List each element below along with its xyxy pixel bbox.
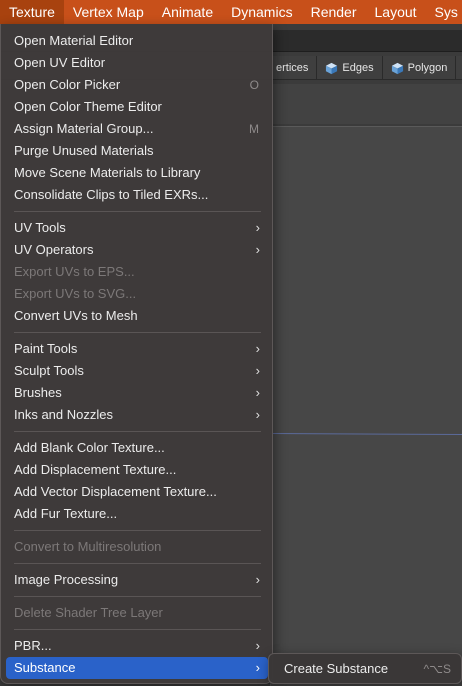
- menu-item-assign-material-group[interactable]: Assign Material Group... M: [6, 118, 268, 140]
- menu-item-add-blank-color-texture[interactable]: Add Blank Color Texture...: [6, 437, 268, 459]
- menu-item-label: Add Displacement Texture...: [14, 462, 177, 477]
- chevron-right-icon: ›: [255, 341, 260, 356]
- menu-item-uv-tools[interactable]: UV Tools ›: [6, 217, 268, 239]
- menu-item-substance[interactable]: Substance ›: [6, 657, 268, 679]
- menu-item-add-fur-texture[interactable]: Add Fur Texture...: [6, 503, 268, 525]
- menu-separator: [14, 629, 261, 630]
- cube-icon: [391, 62, 403, 74]
- menu-item-label: Consolidate Clips to Tiled EXRs...: [14, 187, 209, 202]
- menu-item-label: Move Scene Materials to Library: [14, 165, 201, 180]
- menu-item-label: Add Fur Texture...: [14, 506, 118, 521]
- chevron-right-icon: ›: [255, 385, 260, 400]
- menu-item-consolidate-clips[interactable]: Consolidate Clips to Tiled EXRs...: [6, 184, 268, 206]
- chevron-right-icon: ›: [255, 572, 260, 587]
- mode-tab-vertices[interactable]: ertices: [268, 56, 318, 80]
- menu-item-label: Convert to Multiresolution: [14, 539, 162, 554]
- menu-item-paint-tools[interactable]: Paint Tools ›: [6, 338, 268, 360]
- menu-item-add-vector-displacement-texture[interactable]: Add Vector Displacement Texture...: [6, 481, 268, 503]
- substance-submenu: Create Substance ^⌥S: [268, 653, 462, 684]
- menubar-item-render[interactable]: Render: [302, 0, 366, 24]
- menubar-item-vertex-map[interactable]: Vertex Map: [64, 0, 153, 24]
- menu-item-delete-shader-tree-layer: Delete Shader Tree Layer: [6, 602, 268, 624]
- menu-item-open-material-editor[interactable]: Open Material Editor: [6, 30, 268, 52]
- menu-item-label: Image Processing: [14, 572, 119, 587]
- menu-separator: [14, 431, 261, 432]
- menu-item-label: PBR...: [14, 638, 52, 653]
- menubar-item-animate[interactable]: Animate: [153, 0, 222, 24]
- menu-item-label: Sculpt Tools: [14, 363, 84, 378]
- menu-item-label: Assign Material Group...: [14, 121, 154, 136]
- menu-item-label: Convert UVs to Mesh: [14, 308, 138, 323]
- menu-item-brushes[interactable]: Brushes ›: [6, 382, 268, 404]
- menubar-item-layout[interactable]: Layout: [366, 0, 426, 24]
- menu-item-label: Open Color Theme Editor: [14, 99, 162, 114]
- viewport-border: [270, 126, 462, 127]
- menu-item-open-color-theme-editor[interactable]: Open Color Theme Editor: [6, 96, 268, 118]
- menu-item-image-processing[interactable]: Image Processing ›: [6, 569, 268, 591]
- menu-item-label: Paint Tools: [14, 341, 78, 356]
- menubar-item-texture[interactable]: Texture: [0, 0, 64, 24]
- menu-item-export-uvs-svg: Export UVs to SVG...: [6, 283, 268, 305]
- menu-item-label: UV Tools: [14, 220, 66, 235]
- menu-item-uv-operators[interactable]: UV Operators ›: [6, 239, 268, 261]
- mode-tab-vertices-label: ertices: [276, 62, 309, 74]
- menu-item-inks-and-nozzles[interactable]: Inks and Nozzles ›: [6, 404, 268, 426]
- menu-item-label: Open Material Editor: [14, 33, 134, 48]
- menu-item-purge-unused-materials[interactable]: Purge Unused Materials: [6, 140, 268, 162]
- menu-item-label: Substance: [14, 660, 76, 675]
- menu-item-pbr[interactable]: PBR... ›: [6, 635, 268, 657]
- chevron-right-icon: ›: [255, 638, 260, 653]
- menu-item-label: Export UVs to SVG...: [14, 286, 137, 301]
- texture-menu: Open Material Editor Open UV Editor Open…: [0, 24, 273, 684]
- menu-item-label: Add Vector Displacement Texture...: [14, 484, 217, 499]
- menubar: Texture Vertex Map Animate Dynamics Rend…: [0, 0, 462, 24]
- chevron-right-icon: ›: [255, 242, 260, 257]
- menu-separator: [14, 332, 261, 333]
- mode-tab-edges[interactable]: Edges: [317, 56, 383, 80]
- menu-separator: [14, 211, 261, 212]
- menu-item-export-uvs-eps: Export UVs to EPS...: [6, 261, 268, 283]
- menu-item-label: Delete Shader Tree Layer: [14, 605, 163, 620]
- menu-item-label: Open Color Picker: [14, 77, 121, 92]
- menu-item-open-color-picker[interactable]: Open Color Picker O: [6, 74, 268, 96]
- mode-tab-polygons[interactable]: Polygon: [383, 56, 457, 80]
- chevron-right-icon: ›: [255, 363, 260, 378]
- chevron-right-icon: ›: [255, 407, 260, 422]
- 3d-viewport[interactable]: [270, 126, 462, 686]
- chevron-right-icon: ›: [255, 220, 260, 235]
- menubar-item-dynamics[interactable]: Dynamics: [222, 0, 301, 24]
- menu-item-convert-to-multiresolution: Convert to Multiresolution: [6, 536, 268, 558]
- menu-item-label: Add Blank Color Texture...: [14, 440, 165, 455]
- menubar-item-system[interactable]: Sys: [426, 0, 462, 24]
- menu-item-label: Brushes: [14, 385, 62, 400]
- menu-item-label: Create Substance: [284, 661, 389, 676]
- shortcut-label: ^⌥S: [423, 662, 451, 676]
- menu-item-label: Purge Unused Materials: [14, 143, 154, 158]
- menu-item-label: Open UV Editor: [14, 55, 106, 70]
- menu-separator: [14, 563, 261, 564]
- mode-tab-edges-label: Edges: [342, 62, 374, 74]
- mode-tab-polygons-label: Polygon: [407, 62, 448, 74]
- menu-separator: [14, 596, 261, 597]
- menu-item-label: UV Operators: [14, 242, 94, 257]
- menu-item-open-uv-editor[interactable]: Open UV Editor: [6, 52, 268, 74]
- menu-separator: [14, 530, 261, 531]
- shortcut-label: M: [249, 122, 259, 136]
- menu-item-sculpt-tools[interactable]: Sculpt Tools ›: [6, 360, 268, 382]
- shortcut-label: O: [249, 78, 259, 92]
- menu-item-label: Export UVs to EPS...: [14, 264, 135, 279]
- chevron-right-icon: ›: [255, 660, 260, 675]
- menu-item-add-displacement-texture[interactable]: Add Displacement Texture...: [6, 459, 268, 481]
- cube-icon: [326, 62, 338, 74]
- menu-item-create-substance[interactable]: Create Substance ^⌥S: [275, 658, 455, 680]
- menu-item-convert-uvs-to-mesh[interactable]: Convert UVs to Mesh: [6, 305, 268, 327]
- menu-item-move-scene-materials[interactable]: Move Scene Materials to Library: [6, 162, 268, 184]
- menu-item-label: Inks and Nozzles: [14, 407, 113, 422]
